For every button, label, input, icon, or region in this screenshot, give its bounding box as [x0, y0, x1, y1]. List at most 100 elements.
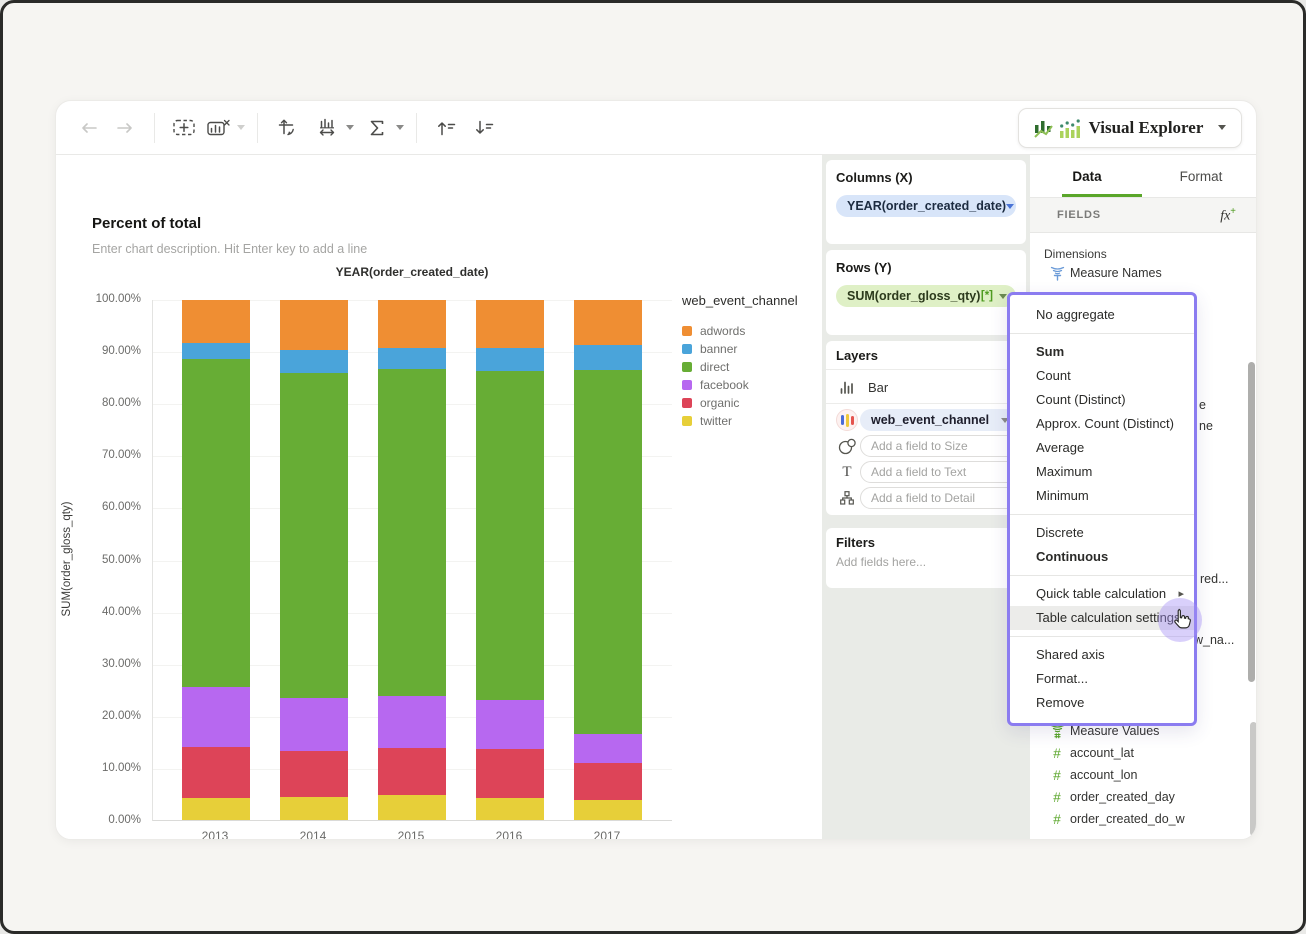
new-chart-icon[interactable] [167, 111, 201, 145]
menu-item-approx-count-distinct[interactable]: Approx. Count (Distinct) [1010, 412, 1194, 436]
bar-segment-banner[interactable] [182, 343, 250, 359]
chart-title[interactable]: Percent of total [92, 215, 201, 232]
field-item-order-created-do-w[interactable]: # order_created_do_w [1044, 809, 1246, 829]
legend-item-facebook[interactable]: facebook [682, 376, 818, 394]
bar-segment-adwords[interactable] [574, 300, 642, 346]
menu-item-table-calculation-settings[interactable]: Table calculation settings [1010, 606, 1194, 630]
bar-2016[interactable] [476, 300, 544, 820]
menu-item-average[interactable]: Average [1010, 436, 1194, 460]
delete-chart-icon[interactable] [201, 111, 235, 145]
field-item-account-lon[interactable]: # account_lon [1044, 765, 1246, 785]
bar-orientation-caret-icon[interactable] [346, 125, 354, 130]
menu-item-discrete[interactable]: Discrete [1010, 521, 1194, 545]
tab-data[interactable]: Data [1030, 155, 1144, 197]
undo-icon[interactable] [72, 111, 106, 145]
field-label: Measure Names [1070, 266, 1162, 280]
field-label: order_created_day [1070, 790, 1175, 804]
bar-segment-facebook[interactable] [182, 687, 250, 748]
legend-item-twitter[interactable]: twitter [682, 412, 818, 430]
legend-item-banner[interactable]: banner [682, 340, 818, 358]
menu-item-no-aggregate[interactable]: No aggregate [1010, 303, 1194, 327]
bar-segment-adwords[interactable] [280, 300, 348, 351]
legend-item-direct[interactable]: direct [682, 358, 818, 376]
aggregate-caret-icon[interactable] [396, 125, 404, 130]
bar-segment-twitter[interactable] [378, 795, 446, 820]
menu-item-remove[interactable]: Remove [1010, 691, 1194, 715]
chart-type-logo-icon [1033, 116, 1080, 140]
transpose-axes-icon[interactable] [270, 111, 304, 145]
redo-icon[interactable] [108, 111, 142, 145]
bar-segment-organic[interactable] [280, 751, 348, 797]
bar-segment-banner[interactable] [378, 347, 446, 370]
bar-segment-facebook[interactable] [280, 698, 348, 752]
sidebar-scrollbar[interactable] [1248, 362, 1255, 682]
sort-ascending-icon[interactable] [429, 111, 463, 145]
columns-pill[interactable]: YEAR(order_created_date) [836, 195, 1016, 217]
field-item-account-lat[interactable]: # account_lat [1044, 743, 1246, 763]
sort-descending-icon[interactable] [467, 111, 501, 145]
bar-segment-facebook[interactable] [476, 700, 544, 750]
rows-pill[interactable]: SUM(order_gloss_qty) [*] [836, 285, 1016, 307]
menu-divider [1010, 514, 1194, 515]
size-field-input[interactable]: Add a field to Size [860, 435, 1018, 457]
bar-segment-adwords[interactable] [182, 300, 250, 344]
bar-segment-facebook[interactable] [574, 734, 642, 764]
legend-item-adwords[interactable]: adwords [682, 322, 818, 340]
add-calculated-field-icon[interactable]: fx+ [1220, 206, 1236, 225]
delete-chart-caret-icon[interactable] [237, 125, 245, 130]
bar-segment-adwords[interactable] [476, 300, 544, 349]
bar-2013[interactable] [182, 300, 250, 820]
chart-description-placeholder[interactable]: Enter chart description. Hit Enter key t… [92, 242, 367, 256]
mark-type-row[interactable]: Bar [834, 375, 1018, 399]
menu-item-format[interactable]: Format... [1010, 667, 1194, 691]
menu-item-count[interactable]: Count [1010, 364, 1194, 388]
menu-item-sum[interactable]: Sum [1010, 340, 1194, 364]
menu-item-label: Sum [1036, 344, 1065, 359]
bar-segment-banner[interactable] [476, 348, 544, 372]
color-pill[interactable]: web_event_channel [860, 409, 1018, 431]
bar-segment-facebook[interactable] [378, 696, 446, 748]
bar-segment-banner[interactable] [574, 345, 642, 371]
pill-caret-icon[interactable] [999, 293, 1007, 299]
app-window: Visual Explorer Percent of total Enter c… [55, 100, 1257, 840]
bar-segment-direct[interactable] [476, 371, 544, 701]
filters-drop-target[interactable]: Add fields here... [836, 555, 926, 569]
visualization-type-switcher[interactable]: Visual Explorer [1018, 107, 1242, 148]
sidebar-scrollbar[interactable] [1250, 722, 1256, 836]
legend-item-organic[interactable]: organic [682, 394, 818, 412]
menu-item-continuous[interactable]: Continuous [1010, 545, 1194, 569]
bar-segment-twitter[interactable] [476, 798, 544, 820]
bar-segment-adwords[interactable] [378, 300, 446, 348]
menu-item-minimum[interactable]: Minimum [1010, 484, 1194, 508]
bar-segment-banner[interactable] [280, 350, 348, 374]
pill-caret-icon[interactable] [1006, 203, 1015, 209]
bar-segment-direct[interactable] [574, 370, 642, 735]
bar-segment-direct[interactable] [280, 373, 348, 699]
menu-item-maximum[interactable]: Maximum [1010, 460, 1194, 484]
bar-segment-organic[interactable] [476, 749, 544, 799]
tab-format[interactable]: Format [1144, 155, 1256, 197]
bar-segment-direct[interactable] [182, 358, 250, 688]
aggregate-sigma-icon[interactable] [360, 111, 394, 145]
bar-segment-direct[interactable] [378, 369, 446, 697]
divider [826, 403, 1026, 404]
bar-segment-twitter[interactable] [574, 799, 642, 820]
bar-segment-twitter[interactable] [280, 796, 348, 820]
detail-field-input[interactable]: Add a field to Detail [860, 487, 1018, 509]
bar-segment-organic[interactable] [378, 747, 446, 796]
field-item-order-created-day[interactable]: # order_created_day [1044, 787, 1246, 807]
menu-item-shared-axis[interactable]: Shared axis [1010, 643, 1194, 667]
bar-segment-organic[interactable] [182, 747, 250, 798]
field-item-measure-names[interactable]: Measure Names [1044, 263, 1246, 283]
rows-shelf: Rows (Y) SUM(order_gloss_qty) [*] [826, 250, 1026, 335]
bar-segment-twitter[interactable] [182, 797, 250, 820]
bar-2014[interactable] [280, 300, 348, 820]
menu-item-quick-table-calculation[interactable]: Quick table calculation ▸ [1010, 582, 1194, 606]
menu-item-count-distinct[interactable]: Count (Distinct) [1010, 388, 1194, 412]
bar-2017[interactable] [574, 300, 642, 820]
bar-segment-organic[interactable] [574, 763, 642, 800]
text-field-input[interactable]: Add a field to Text [860, 461, 1018, 483]
bar-orientation-icon[interactable] [310, 111, 344, 145]
plot-area [152, 300, 672, 821]
bar-2015[interactable] [378, 300, 446, 820]
